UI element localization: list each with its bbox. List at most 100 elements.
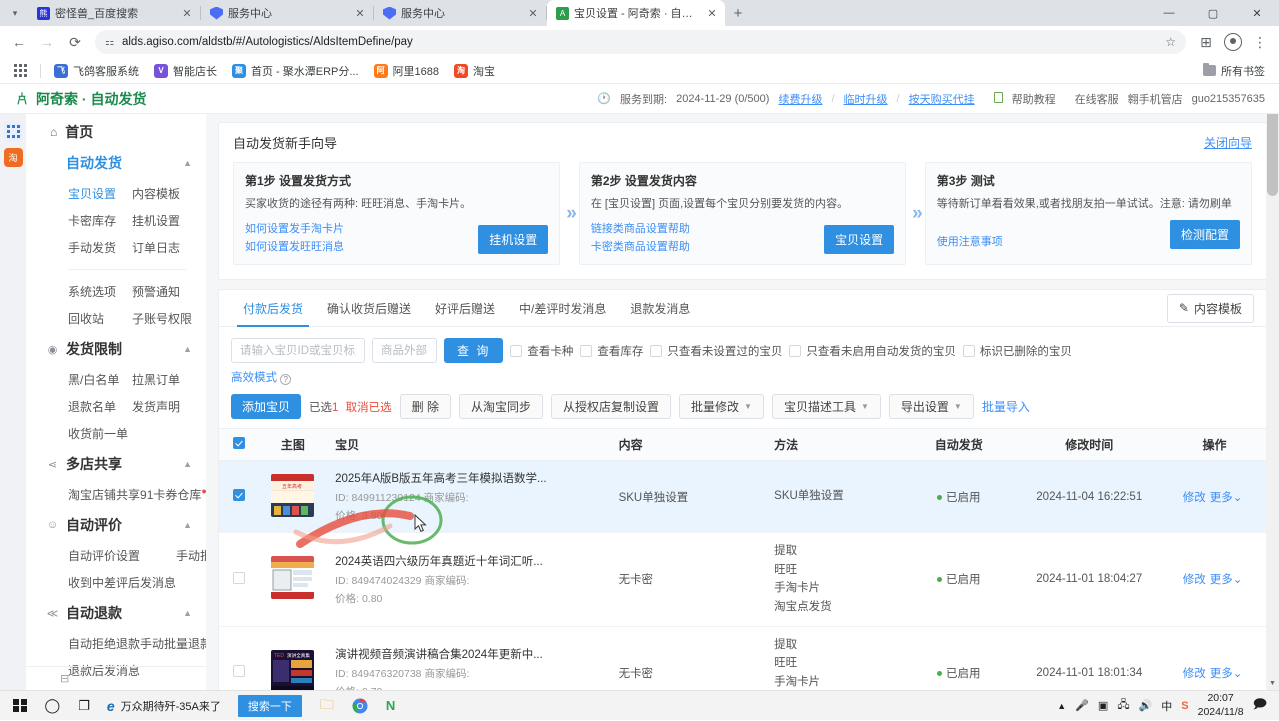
sidebar-item-blackwhite-list[interactable]: 黑/白名单 [68, 366, 132, 393]
checkbox-view-card-type[interactable]: 查看卡种 [510, 343, 573, 359]
sidebar-group-auto-refund[interactable]: ≪ 自动退款 ▲ [26, 596, 206, 630]
apps-shortcut[interactable] [8, 61, 33, 80]
outer-code-input[interactable] [372, 338, 437, 363]
batch-modify-dropdown[interactable]: 批量修改▼ [679, 394, 764, 419]
close-icon[interactable]: ✕ [526, 6, 540, 20]
scroll-down-icon[interactable]: ▼ [1266, 677, 1279, 690]
edit-link[interactable]: 修改 [1183, 574, 1206, 586]
browser-tab-1[interactable]: 熊 密怪兽_百度搜索 ✕ [28, 0, 200, 26]
address-bar[interactable]: ⚏ alds.agiso.com/aldstb/#/Autologistics/… [95, 30, 1186, 54]
sidebar-item-delivery-statement[interactable]: 发货声明 [132, 393, 196, 420]
delete-button[interactable]: 删 除 [400, 394, 451, 419]
bookmark-zhineng[interactable]: V 智能店长 [148, 60, 223, 82]
sidebar-item-auto-review-settings[interactable]: 自动评价设置 [68, 542, 176, 569]
tab-confirm-receipt-gift[interactable]: 确认收货后赠送 [315, 290, 423, 326]
task-view-button[interactable]: ❐ [69, 691, 99, 721]
sidebar-item-card-stock[interactable]: 卡密库存 [68, 207, 132, 234]
tab-bad-review-message[interactable]: 中/差评时发消息 [507, 290, 618, 326]
sidebar-item-auto-reject-refund[interactable]: 自动拒绝退款 [68, 630, 140, 657]
row-checkbox-cell[interactable] [219, 533, 259, 627]
bookmark-jushuitan[interactable]: 聚 首页 - 聚水潭ERP分... [226, 60, 365, 82]
browser-tab-3[interactable]: 服务中心 ✕ [374, 0, 546, 26]
help-link-card-goods[interactable]: 卡密类商品设置帮助 [591, 238, 816, 254]
extensions-icon[interactable]: ⊞ [1193, 29, 1219, 55]
sidebar-item-subaccount-permissions[interactable]: 子账号权限 [132, 305, 196, 332]
sidebar-group-auto-review[interactable]: ☺ 自动评价 ▲ [26, 508, 206, 542]
sidebar-item-pre-receipt-order[interactable]: 收货前一单 [68, 420, 132, 447]
help-link-taocard[interactable]: 如何设置发手淘卡片 [245, 220, 470, 236]
cancel-selection-link[interactable]: 取消已选 [346, 402, 392, 414]
vertical-scrollbar[interactable]: ▲ ▼ [1266, 84, 1279, 690]
batch-import-link[interactable]: 批量导入 [982, 398, 1030, 415]
bookmark-alibaba[interactable]: 阿 阿里1688 [368, 60, 445, 82]
taskbar-item-ie[interactable]: e 万众期待歼-35A来了 [99, 691, 229, 721]
help-question-icon[interactable]: ? [280, 374, 291, 385]
sidebar-group-multishop-share[interactable]: ⋖ 多店共享 ▲ [26, 447, 206, 481]
sogou-icon[interactable]: S [1181, 700, 1188, 712]
network-icon[interactable]: 🖧 [1117, 696, 1129, 715]
content-template-button[interactable]: ✎ 内容模板 [1167, 294, 1254, 323]
sidebar-group-auto-delivery[interactable]: 自动发货 ▲ [26, 146, 206, 180]
tab-pay-then-deliver[interactable]: 付款后发货 [231, 290, 315, 326]
sidebar-item-taobao-shop-share[interactable]: 淘宝店铺共享 [68, 481, 140, 508]
taskbar-wps[interactable]: N [377, 691, 404, 721]
item-settings-button[interactable]: 宝贝设置 [824, 225, 894, 254]
reload-icon[interactable]: ⟳ [62, 29, 88, 55]
sidebar-item-system-options[interactable]: 系统选项 [68, 278, 132, 305]
sidebar-item-refund-list[interactable]: 退款名单 [68, 393, 132, 420]
daily-purchase-link[interactable]: 按天购买代挂 [909, 91, 975, 107]
online-service-link[interactable]: 在线客服 [1075, 91, 1119, 107]
sidebar-item-content-template[interactable]: 内容模板 [132, 180, 196, 207]
sidebar-item-recycle-bin[interactable]: 回收站 [68, 305, 132, 332]
query-button[interactable]: 查 询 [444, 338, 503, 363]
close-guide-link[interactable]: 关闭向导 [1204, 134, 1252, 151]
item-title[interactable]: 2024英语四六级历年真题近十年词汇听... [335, 553, 610, 569]
tab-search-icon[interactable]: ▾ [2, 0, 28, 26]
mobile-shop-link[interactable]: 翱手机管店 [1128, 91, 1183, 107]
more-link[interactable]: 更多⌄ [1210, 668, 1243, 680]
more-link[interactable]: 更多⌄ [1210, 492, 1243, 504]
renew-upgrade-link[interactable]: 续费升级 [778, 91, 822, 107]
browser-tab-2[interactable]: 服务中心 ✕ [201, 0, 373, 26]
tab-refund-message[interactable]: 退款发消息 [618, 290, 702, 326]
sidebar-item-bad-review-message[interactable]: 收到中差评后发消息 [68, 569, 176, 596]
back-icon[interactable]: ← [6, 29, 32, 55]
close-icon[interactable]: ✕ [180, 6, 194, 20]
checkbox-view-stock[interactable]: 查看库存 [580, 343, 643, 359]
hangup-settings-button[interactable]: 挂机设置 [478, 225, 548, 254]
edit-link[interactable]: 修改 [1183, 492, 1206, 504]
forward-icon[interactable]: → [34, 29, 60, 55]
ime-icon[interactable]: 中 [1161, 698, 1172, 714]
check-config-button[interactable]: 检测配置 [1170, 220, 1240, 249]
help-link-usage-notes[interactable]: 使用注意事项 [937, 233, 1162, 249]
row-checkbox-cell[interactable] [219, 626, 259, 690]
sidebar-collapse-button[interactable]: ⊟ [26, 666, 206, 690]
taskbar-search-button[interactable]: ◯ [36, 691, 70, 721]
export-settings-dropdown[interactable]: 导出设置▼ [889, 394, 974, 419]
sidebar-item-manual-batch-review[interactable]: 手动批量评价 [176, 542, 206, 569]
taskbar-file-explorer[interactable]: 🗀 [311, 691, 343, 721]
new-tab-button[interactable]: + [725, 0, 751, 26]
search-input[interactable] [231, 338, 365, 363]
sync-from-taobao-button[interactable]: 从淘宝同步 [459, 394, 543, 419]
tab-good-review-gift[interactable]: 好评后赠送 [423, 290, 507, 326]
display-icon[interactable]: ▣ [1098, 699, 1108, 712]
sidebar-group-delivery-limit[interactable]: ◉ 发货限制 ▲ [26, 332, 206, 366]
notification-icon[interactable]: 🗩 [1253, 695, 1267, 717]
taskbar-search-pill[interactable]: 搜索一下 [229, 691, 311, 721]
row-checkbox-cell[interactable] [219, 461, 259, 533]
browser-tab-4-active[interactable]: A 宝贝设置 - 阿奇索 · 自动发货 ✕ [547, 0, 725, 26]
minimize-icon[interactable]: — [1147, 0, 1191, 26]
bookmark-star-icon[interactable]: ☆ [1165, 35, 1176, 49]
clock[interactable]: 20:07 2024/11/8 [1198, 692, 1244, 718]
sidebar-item-home[interactable]: ⌂ 首页 [26, 118, 206, 146]
sidebar-item-manual-delivery[interactable]: 手动发货 [68, 234, 132, 261]
app-brand[interactable]: 阿奇索 · 自动发货 [14, 89, 146, 109]
edit-link[interactable]: 修改 [1183, 668, 1206, 680]
close-window-icon[interactable]: ✕ [1235, 0, 1279, 26]
taskbar-chrome[interactable] [343, 691, 377, 721]
sidebar-item-order-log[interactable]: 订单日志 [132, 234, 196, 261]
copy-from-authorized-shop-button[interactable]: 从授权店复制设置 [551, 394, 671, 419]
sidebar-item-91-card-warehouse[interactable]: 91卡券仓库● [140, 481, 206, 508]
microphone-icon[interactable]: 🎤 [1075, 699, 1089, 712]
